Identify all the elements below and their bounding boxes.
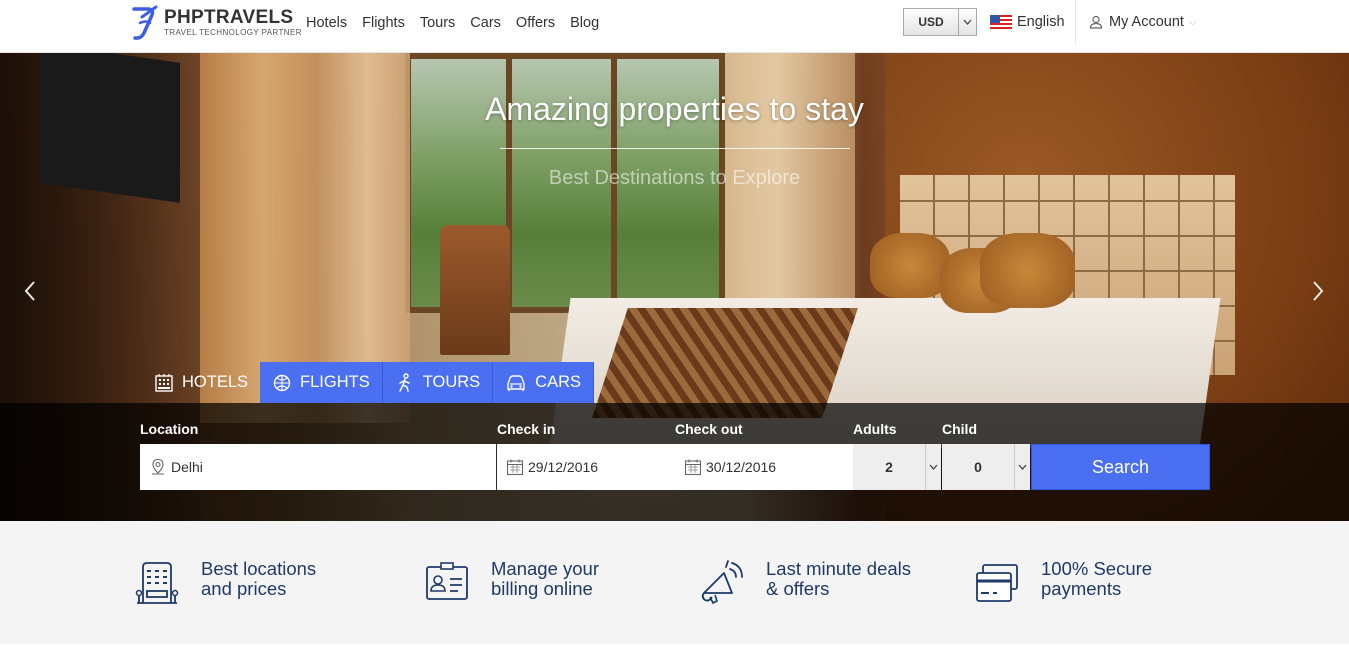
feature-deals: Last minute deals & offers <box>698 559 911 607</box>
chevron-down-icon: ⌵ <box>1188 16 1197 28</box>
tab-tours-label: TOURS <box>422 373 481 391</box>
slider-prev-icon[interactable] <box>23 279 37 307</box>
my-account-menu[interactable]: My Account ⌵ <box>1089 14 1197 30</box>
logo-mark-icon <box>132 5 158 40</box>
hero-bg-bed-runner <box>592 308 858 418</box>
currency-select[interactable]: USD <box>903 8 977 36</box>
chevron-down-icon <box>959 9 976 35</box>
chevron-down-icon <box>925 444 941 490</box>
checkin-label: Check in <box>497 421 556 437</box>
nav-hotels[interactable]: Hotels <box>306 15 347 31</box>
tab-flights[interactable]: FLIGHTS <box>260 362 383 403</box>
language-label: English <box>1017 14 1065 30</box>
checkin-value: 29/12/2016 <box>528 459 599 475</box>
flights-icon <box>273 374 291 391</box>
building-icon <box>135 562 179 604</box>
hero-bg-pillow <box>980 233 1075 308</box>
hero-subtitle: Best Destinations to Explore <box>548 167 801 189</box>
feature-billing-line1: Manage your <box>491 558 599 579</box>
features-strip: Best locations and prices Manage your bi… <box>0 521 1349 644</box>
tab-tours[interactable]: TOURS <box>382 362 494 403</box>
child-select[interactable]: 0 <box>942 444 1030 490</box>
calendar-icon <box>506 459 524 476</box>
hero-divider <box>500 148 850 149</box>
tab-hotels-label: HOTELS <box>182 373 249 391</box>
megaphone-icon <box>701 560 743 605</box>
hotel-icon <box>155 373 173 392</box>
account-label: My Account <box>1109 14 1184 30</box>
tours-icon <box>398 372 410 392</box>
hero-bg-pillow <box>870 233 950 298</box>
feature-billing: Manage your billing online <box>423 559 599 607</box>
header-divider <box>1075 0 1076 44</box>
hero-bg-chair <box>440 225 510 355</box>
feature-secure-payments-line2: payments <box>1041 578 1122 599</box>
feature-best-locations-line1: Best locations <box>201 558 317 579</box>
brand-name: PHPTRAVELS <box>164 7 294 28</box>
brand-tagline: TRAVEL TECHNOLOGY PARTNER <box>164 28 302 37</box>
checkout-label: Check out <box>675 421 743 437</box>
location-value: Delhi <box>171 459 203 475</box>
top-header: PHPTRAVELS TRAVEL TECHNOLOGY PARTNER Hot… <box>0 0 1349 53</box>
child-label: Child <box>942 421 977 437</box>
nav-cars[interactable]: Cars <box>470 15 501 31</box>
search-tabs: HOTELS FLIGHTS TOURS CARS <box>140 362 595 403</box>
nav-blog[interactable]: Blog <box>570 15 599 31</box>
map-pin-icon <box>152 458 164 475</box>
tab-cars-label: CARS <box>535 373 582 391</box>
location-label: Location <box>140 421 199 437</box>
checkin-input[interactable]: 29/12/2016 <box>497 444 675 490</box>
checkout-input[interactable]: 30/12/2016 <box>675 444 853 490</box>
us-flag-icon <box>990 15 1012 29</box>
user-icon <box>1089 15 1103 29</box>
search-button[interactable]: Search <box>1031 444 1210 490</box>
feature-deals-line1: Last minute deals <box>766 558 912 579</box>
nav-tours[interactable]: Tours <box>420 15 455 31</box>
feature-secure-payments: 100% Secure payments <box>973 559 1152 607</box>
tab-flights-label: FLIGHTS <box>300 373 370 391</box>
credit-card-icon <box>976 564 1018 602</box>
location-input[interactable]: Delhi <box>140 444 496 490</box>
page-bottom-band <box>0 644 1349 659</box>
main-nav: Hotels Flights Tours Cars Offers Blog <box>306 0 614 46</box>
language-select[interactable]: English <box>990 14 1065 30</box>
hero-title: Amazing properties to stay <box>485 91 864 127</box>
calendar-icon <box>684 459 702 476</box>
adults-select[interactable]: 2 <box>853 444 941 490</box>
slider-next-icon[interactable] <box>1311 279 1325 307</box>
feature-deals-line2: & offers <box>766 578 830 599</box>
tab-hotels[interactable]: HOTELS <box>140 362 260 403</box>
nav-offers[interactable]: Offers <box>516 15 555 31</box>
currency-value: USD <box>904 9 959 35</box>
feature-best-locations-line2: and prices <box>201 578 287 599</box>
feature-billing-line2: billing online <box>491 578 593 599</box>
brand-logo[interactable]: PHPTRAVELS TRAVEL TECHNOLOGY PARTNER <box>130 5 302 41</box>
cars-icon <box>507 374 525 391</box>
nav-flights[interactable]: Flights <box>362 15 405 31</box>
child-value: 0 <box>974 459 982 475</box>
hotel-search-form: Location Check in Check out Adults Child… <box>0 403 1349 521</box>
billing-icon <box>426 562 468 600</box>
chevron-down-icon <box>1014 444 1030 490</box>
adults-value: 2 <box>885 459 893 475</box>
feature-secure-payments-line1: 100% Secure <box>1041 558 1153 579</box>
tab-cars[interactable]: CARS <box>493 362 595 403</box>
adults-label: Adults <box>853 421 897 437</box>
checkout-value: 30/12/2016 <box>706 459 777 475</box>
feature-best-locations: Best locations and prices <box>133 559 316 607</box>
